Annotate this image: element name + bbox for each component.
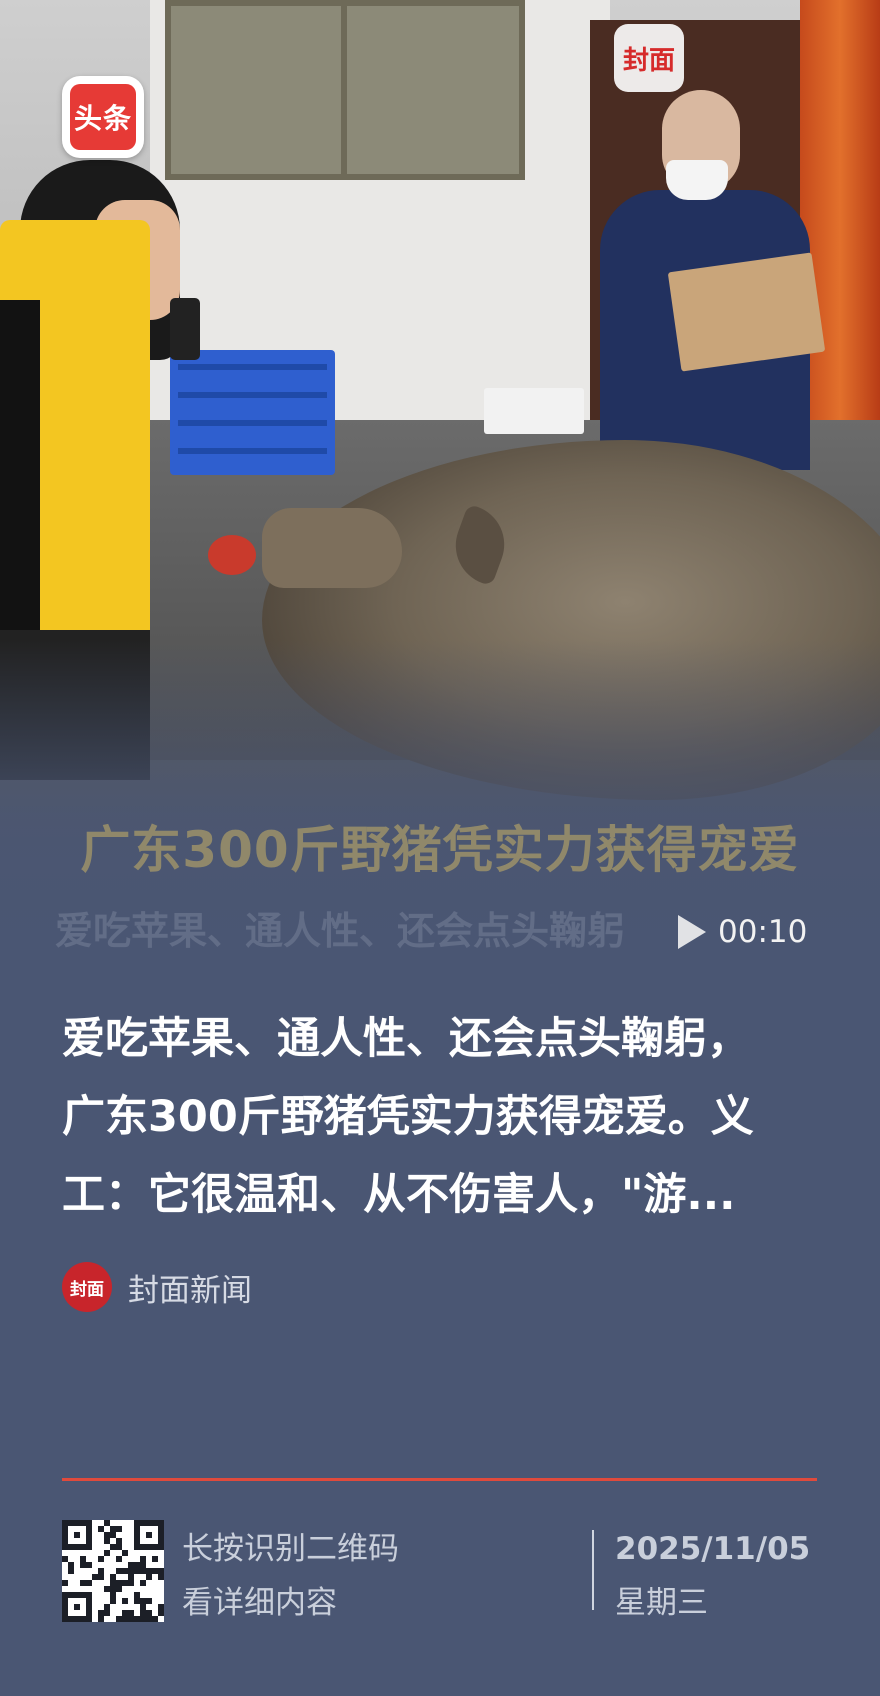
headline-line: 广东300斤野猪凭实力获得宠爱。义 (62, 1092, 754, 1142)
headline-line: 工：它很温和、从不伤害人，"游... (62, 1170, 736, 1220)
watermark-text: 封面 (622, 45, 675, 76)
apple (208, 535, 256, 575)
blue-crate (170, 350, 335, 475)
footer-divider (62, 1478, 817, 1481)
video-caption-title: 广东300斤野猪凭实力获得宠爱 (80, 821, 800, 879)
red-curtain (800, 0, 880, 480)
toutiao-logo: 头条 (62, 76, 144, 158)
publish-weekday: 星期三 (615, 1585, 708, 1621)
boar-snout (262, 508, 402, 588)
phone-in-hand (170, 298, 200, 360)
publish-date: 2025/11/05 (615, 1531, 811, 1567)
video-duration: 00:10 (718, 914, 808, 950)
qr-code-icon[interactable] (62, 1520, 164, 1622)
qr-hint: 长按识别二维码 看详细内容 (182, 1522, 399, 1630)
footer-separator (592, 1530, 594, 1610)
toutiao-logo-text: 头条 (70, 84, 136, 150)
article-source[interactable]: 封面 封面新闻 (62, 1262, 252, 1312)
source-name: 封面新闻 (128, 1272, 252, 1309)
headline-line: 爱吃苹果、通人性、还会点头鞠躬， (62, 1014, 750, 1064)
video-watermark: 封面 (614, 24, 684, 92)
video-caption-subtitle: 爱吃苹果、通人性、还会点头鞠躬 (55, 909, 626, 953)
qr-hint-line2: 看详细内容 (182, 1585, 337, 1621)
temple-window (165, 0, 525, 180)
cardboard-parcel (667, 252, 826, 372)
white-box (484, 388, 584, 434)
play-icon (678, 915, 706, 949)
article-headline[interactable]: 爱吃苹果、通人性、还会点头鞠躬， 广东300斤野猪凭实力获得宠爱。义 工：它很温… (62, 1000, 822, 1234)
play-button[interactable]: 00:10 (678, 912, 807, 952)
qr-hint-line1: 长按识别二维码 (182, 1531, 399, 1567)
source-logo-icon: 封面 (62, 1262, 112, 1312)
